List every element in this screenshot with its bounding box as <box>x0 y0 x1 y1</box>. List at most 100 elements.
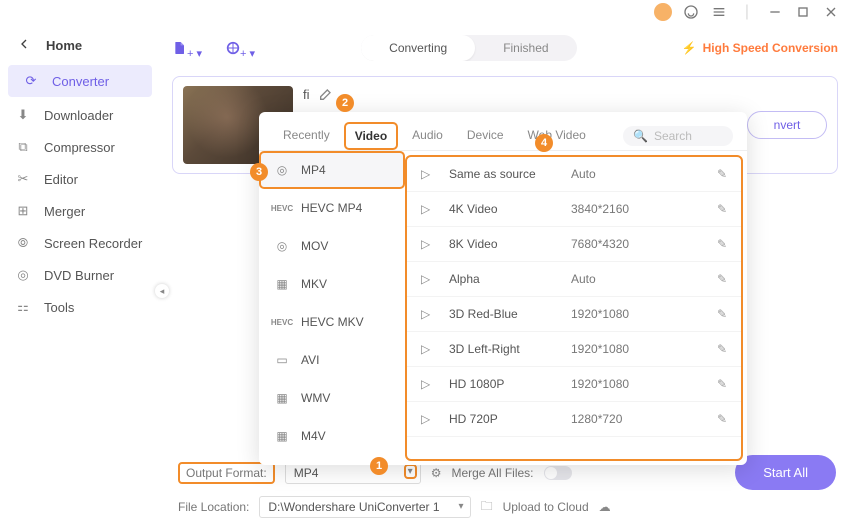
convert-button[interactable]: nvert <box>747 111 827 139</box>
maximize-icon[interactable] <box>794 3 812 21</box>
resolution-size: 1280*720 <box>571 412 661 426</box>
resolution-item[interactable]: ▷3D Left-Right1920*1080✎ <box>407 332 741 367</box>
play-icon: ▷ <box>421 412 439 426</box>
annotation-4: 4 <box>535 134 553 152</box>
search-placeholder: Search <box>654 129 692 143</box>
sidebar-item-label: Downloader <box>44 108 113 123</box>
resolution-item[interactable]: ▷Same as sourceAuto✎ <box>407 157 741 192</box>
gear-icon[interactable]: ⚙ <box>431 466 442 480</box>
close-icon[interactable] <box>822 3 840 21</box>
rename-icon[interactable] <box>318 86 334 102</box>
edit-icon[interactable]: ✎ <box>717 377 727 391</box>
add-file-button[interactable]: + ▾ <box>172 40 203 56</box>
tab-finished[interactable]: Finished <box>475 35 576 61</box>
high-speed-badge[interactable]: ⚡High Speed Conversion <box>682 41 838 55</box>
folder-icon[interactable]: 🗀 <box>481 497 493 518</box>
edit-icon[interactable]: ✎ <box>717 307 727 321</box>
edit-icon[interactable]: ✎ <box>717 342 727 356</box>
sidebar-item-converter[interactable]: ⟳ Converter <box>8 65 152 97</box>
resolution-name: 3D Red-Blue <box>439 307 571 321</box>
edit-icon[interactable]: ✎ <box>717 167 727 181</box>
format-item-mov[interactable]: ◎MOV <box>259 227 405 265</box>
film-icon: ▦ <box>273 427 291 445</box>
merge-toggle[interactable] <box>544 466 572 480</box>
resolution-item[interactable]: ▷4K Video3840*2160✎ <box>407 192 741 227</box>
resolution-item[interactable]: ▷HD 1080P1920*1080✎ <box>407 367 741 402</box>
resolution-size: 3840*2160 <box>571 202 661 216</box>
edit-icon[interactable]: ✎ <box>717 272 727 286</box>
menu-icon[interactable] <box>710 3 728 21</box>
sidebar-item-label: Merger <box>44 204 85 219</box>
search-icon: 🔍 <box>633 129 648 143</box>
tab-device[interactable]: Device <box>457 122 514 150</box>
file-location-value: D:\Wondershare UniConverter 1 <box>268 500 439 514</box>
sidebar-item-dvd-burner[interactable]: ◎DVD Burner <box>0 259 160 291</box>
converter-icon: ⟳ <box>22 73 40 89</box>
sidebar-item-editor[interactable]: ✂Editor <box>0 163 160 195</box>
file-title: fi <box>303 87 310 102</box>
tab-web-video[interactable]: Web Video <box>518 122 596 150</box>
edit-icon[interactable]: ✎ <box>717 237 727 251</box>
merge-label: Merge All Files: <box>451 466 533 480</box>
high-speed-label: High Speed Conversion <box>703 41 838 55</box>
compress-icon: ⧉ <box>14 139 32 155</box>
tab-converting[interactable]: Converting <box>361 35 475 61</box>
format-item-mp4[interactable]: ◎MP4 <box>259 151 405 189</box>
format-item-hevc-mp4[interactable]: HEVCHEVC MP4 <box>259 189 405 227</box>
format-item-wmv[interactable]: ▦ WMV <box>259 379 405 417</box>
format-item-mkv[interactable]: ▦MKV <box>259 265 405 303</box>
play-icon: ▷ <box>421 237 439 251</box>
play-icon: ▷ <box>421 167 439 181</box>
format-item-m4v[interactable]: ▦ M4V <box>259 417 405 455</box>
minimize-icon[interactable] <box>766 3 784 21</box>
sidebar-item-label: Converter <box>52 74 109 89</box>
format-item-hevc-mkv[interactable]: HEVCHEVC MKV <box>259 303 405 341</box>
annotation-3: 3 <box>250 163 268 181</box>
home-link[interactable]: Home <box>0 28 160 63</box>
format-dropdown: Recently Video Audio Device Web Video 🔍 S… <box>259 112 747 465</box>
home-label: Home <box>46 38 82 53</box>
resolution-item[interactable]: ▷HD 720P1280*720 ✎ <box>407 402 741 437</box>
sidebar-item-compressor[interactable]: ⧉Compressor <box>0 131 160 163</box>
format-search[interactable]: 🔍 Search <box>623 126 733 146</box>
hevc-icon: HEVC <box>273 313 291 331</box>
format-label: WMV <box>301 391 330 405</box>
merge-icon: ⊞ <box>14 203 32 219</box>
start-all-button[interactable]: Start All <box>735 455 836 490</box>
film-icon: ▦ <box>273 389 291 407</box>
add-url-button[interactable]: + ▾ <box>225 40 256 56</box>
resolution-item[interactable]: ▷8K Video7680*4320✎ <box>407 227 741 262</box>
window-icon: ▭ <box>273 351 291 369</box>
chevron-down-icon: ▾ <box>459 501 464 512</box>
record-icon: ⦾ <box>14 235 32 251</box>
tab-recently[interactable]: Recently <box>273 122 340 150</box>
tab-video[interactable]: Video <box>344 122 398 150</box>
sidebar-collapse[interactable]: ◂ <box>155 284 169 298</box>
resolution-name: 4K Video <box>439 202 571 216</box>
edit-icon[interactable]: ✎ <box>717 412 727 426</box>
format-label: M4V <box>301 429 326 443</box>
tab-audio[interactable]: Audio <box>402 122 453 150</box>
format-label: MKV <box>301 277 327 291</box>
file-location-select[interactable]: D:\Wondershare UniConverter 1 ▾ <box>259 496 470 518</box>
resolution-size: Auto <box>571 272 661 286</box>
edit-icon[interactable]: ✎ <box>717 202 727 216</box>
sidebar-item-downloader[interactable]: ⬇Downloader <box>0 99 160 131</box>
scissors-icon: ✂ <box>14 171 32 187</box>
sidebar: Home ⟳Converter ⬇Downloader ⧉Compressor … <box>0 24 160 528</box>
support-icon[interactable] <box>682 3 700 21</box>
disc-icon: ◎ <box>14 267 32 283</box>
resolution-item[interactable]: ▷AlphaAuto✎ <box>407 262 741 297</box>
resolution-item[interactable]: ▷3D Red-Blue1920*1080✎ <box>407 297 741 332</box>
sidebar-item-merger[interactable]: ⊞ Merger <box>0 195 160 227</box>
sidebar-item-label: Tools <box>44 300 74 315</box>
sidebar-item-label: Screen Recorder <box>44 236 142 251</box>
format-item-avi[interactable]: ▭AVI <box>259 341 405 379</box>
cloud-icon[interactable]: ☁ <box>599 500 611 514</box>
resolution-name: Same as source <box>439 167 571 181</box>
avatar[interactable] <box>654 3 672 21</box>
sidebar-item-tools[interactable]: ⚏Tools <box>0 291 160 323</box>
titlebar: | <box>0 0 850 24</box>
sidebar-item-screen-recorder[interactable]: ⦾ Screen Recorder <box>0 227 160 259</box>
resolution-name: HD 720P <box>439 412 571 426</box>
